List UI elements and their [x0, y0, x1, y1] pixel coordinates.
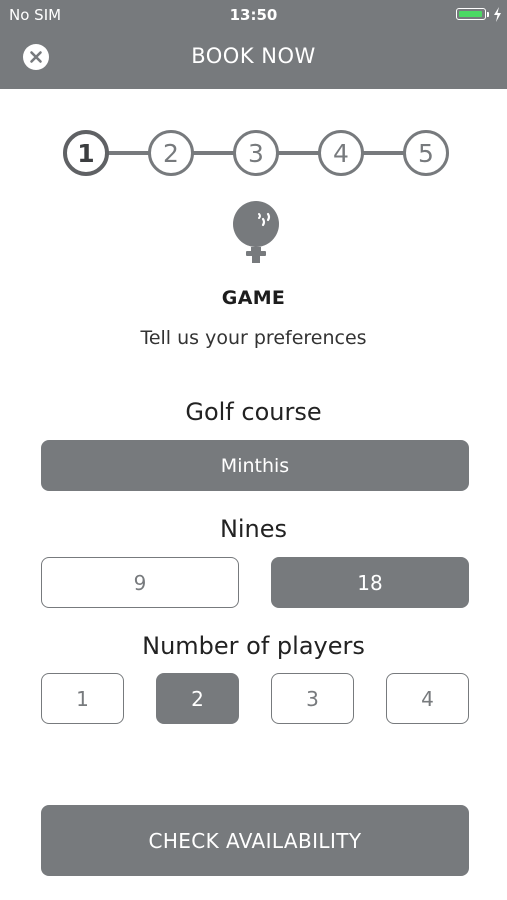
battery-tip: [487, 12, 489, 17]
golf-ball-on-tee-icon: [233, 201, 279, 263]
status-bar: No SIM 13:50: [0, 0, 507, 30]
step-indicator: 1 2 3 4 5: [0, 130, 507, 176]
players-option-2[interactable]: 2: [156, 673, 239, 724]
step-connector: [356, 151, 410, 155]
step-1: 1: [63, 130, 109, 176]
step-4: 4: [318, 130, 364, 176]
section-title: GAME: [221, 287, 286, 309]
check-availability-button[interactable]: CHECK AVAILABILITY: [41, 805, 469, 876]
golf-course-label: Golf course: [185, 398, 322, 426]
battery-icon: [456, 8, 486, 20]
page-title: BOOK NOW: [191, 44, 316, 68]
step-connector: [271, 151, 325, 155]
header-bar: No SIM 13:50 BOOK NOW: [0, 0, 507, 89]
charging-icon: [494, 7, 501, 22]
players-option-3[interactable]: 3: [271, 673, 354, 724]
step-connector: [101, 151, 155, 155]
nines-option-18[interactable]: 18: [271, 557, 469, 608]
section-subtitle: Tell us your preferences: [140, 327, 367, 349]
battery-level-fill: [458, 10, 482, 17]
step-3: 3: [233, 130, 279, 176]
step-2: 2: [148, 130, 194, 176]
step-5: 5: [403, 130, 449, 176]
clock: 13:50: [229, 6, 278, 24]
nines-option-9[interactable]: 9: [41, 557, 239, 608]
golf-course-select[interactable]: Minthis: [41, 440, 469, 491]
players-option-4[interactable]: 4: [386, 673, 469, 724]
step-connector: [186, 151, 240, 155]
players-option-1[interactable]: 1: [41, 673, 124, 724]
nines-label: Nines: [219, 515, 288, 543]
players-label: Number of players: [142, 632, 365, 660]
